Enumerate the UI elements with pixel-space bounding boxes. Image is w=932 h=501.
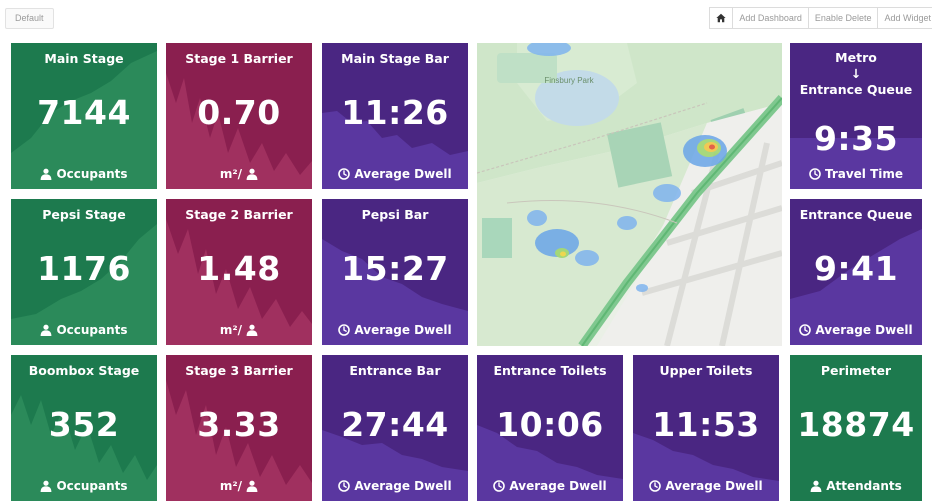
tile-footer: Average Dwell	[790, 323, 922, 337]
tile-footer-label: Average Dwell	[354, 479, 452, 493]
tile-footer-label: Attendants	[826, 479, 902, 493]
person-icon	[246, 480, 258, 492]
tile-title-text: Metro	[835, 50, 877, 65]
tile-stage3-barrier[interactable]: Stage 3 Barrier 3.33 m²/	[166, 355, 312, 501]
tile-value: 27:44	[341, 405, 449, 444]
tile-footer-label: Average Dwell	[509, 479, 607, 493]
tile-entrance-queue[interactable]: Entrance Queue 9:41 Average Dwell	[790, 199, 922, 345]
tile-footer: Occupants	[11, 167, 157, 181]
tile-value: 15:27	[341, 249, 449, 288]
tile-footer: Occupants	[11, 479, 157, 493]
tile-title: Upper Toilets	[659, 363, 753, 378]
person-icon	[246, 168, 258, 180]
tile-value: 1176	[37, 249, 131, 288]
tile-title: Stage 3 Barrier	[185, 363, 293, 378]
tile-footer-label: Occupants	[56, 479, 128, 493]
tile-upper-toilets[interactable]: Upper Toilets 11:53 Average Dwell	[633, 355, 779, 501]
tile-footer: Occupants	[11, 323, 157, 337]
tile-value: 18874	[797, 405, 915, 444]
tile-title: Boombox Stage	[28, 363, 140, 378]
dashboard-toolbar: Add Dashboard Enable Delete Add Widget	[709, 7, 932, 29]
tile-value: 11:26	[341, 93, 449, 132]
tile-title: Main Stage	[44, 51, 124, 66]
tile-footer: m²/	[166, 323, 312, 337]
tile-footer-label: m²/	[219, 479, 243, 493]
tile-metro[interactable]: Metro ↓ Entrance Queue 9:35 Travel Time	[790, 43, 922, 189]
tile-footer: Average Dwell	[322, 323, 468, 337]
tile-value: 7144	[37, 93, 131, 132]
tile-footer: m²/	[166, 167, 312, 181]
tile-title: Entrance Toilets	[493, 363, 607, 378]
tile-footer-label: Occupants	[56, 323, 128, 337]
tile-title: Pepsi Bar	[361, 207, 429, 222]
tile-title: Perimeter	[820, 363, 892, 378]
tile-footer-label: m²/	[219, 323, 243, 337]
tile-footer-label: Average Dwell	[665, 479, 763, 493]
tile-pepsi-stage[interactable]: Pepsi Stage 1176 Occupants	[11, 199, 157, 345]
clock-icon	[338, 324, 350, 336]
arrow-down-icon: ↓	[850, 66, 862, 81]
tile-title: Entrance Bar	[349, 363, 441, 378]
tile-entrance-toilets[interactable]: Entrance Toilets 10:06 Average Dwell	[477, 355, 623, 501]
person-icon	[810, 480, 822, 492]
tile-main-stage-bar[interactable]: Main Stage Bar 11:26 Average Dwell	[322, 43, 468, 189]
map-park-label: Finsbury Park	[544, 76, 594, 85]
tile-perimeter[interactable]: Perimeter 18874 Attendants	[790, 355, 922, 501]
tile-value: 11:53	[652, 405, 760, 444]
clock-icon	[799, 324, 811, 336]
clock-icon	[493, 480, 505, 492]
tile-value: 9:41	[813, 249, 899, 288]
clock-icon	[338, 480, 350, 492]
person-icon	[40, 168, 52, 180]
tile-value: 1.48	[197, 249, 281, 288]
enable-delete-button[interactable]: Enable Delete	[807, 7, 879, 29]
tile-subtitle: Entrance Queue	[799, 82, 913, 97]
tile-entrance-bar[interactable]: Entrance Bar 27:44 Average Dwell	[322, 355, 468, 501]
tile-title: Stage 2 Barrier	[185, 207, 293, 222]
clock-icon	[809, 168, 821, 180]
person-icon	[246, 324, 258, 336]
tile-pepsi-bar[interactable]: Pepsi Bar 15:27 Average Dwell	[322, 199, 468, 345]
tile-footer: Average Dwell	[322, 479, 468, 493]
clock-icon	[338, 168, 350, 180]
home-icon	[716, 13, 726, 23]
add-dashboard-button[interactable]: Add Dashboard	[732, 7, 809, 29]
tile-stage1-barrier[interactable]: Stage 1 Barrier 0.70 m²/	[166, 43, 312, 189]
tile-footer: Attendants	[790, 479, 922, 493]
tile-value: 0.70	[197, 93, 281, 132]
person-icon	[40, 480, 52, 492]
tile-main-stage[interactable]: Main Stage 7144 Occupants	[11, 43, 157, 189]
heatmap-map[interactable]: Finsbury Park	[477, 43, 782, 346]
tab-default[interactable]: Default	[5, 8, 54, 29]
tile-title: Metro ↓ Entrance Queue	[790, 50, 922, 98]
add-widget-button[interactable]: Add Widget	[877, 7, 932, 29]
tile-title: Entrance Queue	[799, 207, 913, 222]
tile-title: Stage 1 Barrier	[185, 51, 293, 66]
tile-footer-label: Travel Time	[824, 167, 904, 181]
person-icon	[40, 324, 52, 336]
tile-value: 9:35	[813, 119, 899, 158]
tile-footer: Average Dwell	[477, 479, 623, 493]
tile-footer-label: Average Dwell	[354, 167, 452, 181]
tile-footer-label: Occupants	[56, 167, 128, 181]
tile-footer-label: Average Dwell	[815, 323, 913, 337]
tile-stage2-barrier[interactable]: Stage 2 Barrier 1.48 m²/	[166, 199, 312, 345]
tile-footer: Average Dwell	[633, 479, 779, 493]
map-canvas: Finsbury Park	[477, 43, 782, 346]
tile-title: Main Stage Bar	[341, 51, 449, 66]
tile-value: 10:06	[496, 405, 604, 444]
clock-icon	[649, 480, 661, 492]
tile-footer-label: Average Dwell	[354, 323, 452, 337]
tile-title: Pepsi Stage	[42, 207, 126, 222]
tile-boombox-stage[interactable]: Boombox Stage 352 Occupants	[11, 355, 157, 501]
tile-footer-label: m²/	[219, 167, 243, 181]
tile-footer: m²/	[166, 479, 312, 493]
tile-value: 352	[48, 405, 120, 444]
home-button[interactable]	[709, 7, 734, 29]
tile-footer: Average Dwell	[322, 167, 468, 181]
top-bar: Default Add Dashboard Enable Delete Add …	[0, 0, 932, 38]
tile-value: 3.33	[197, 405, 281, 444]
tile-footer: Travel Time	[790, 167, 922, 181]
